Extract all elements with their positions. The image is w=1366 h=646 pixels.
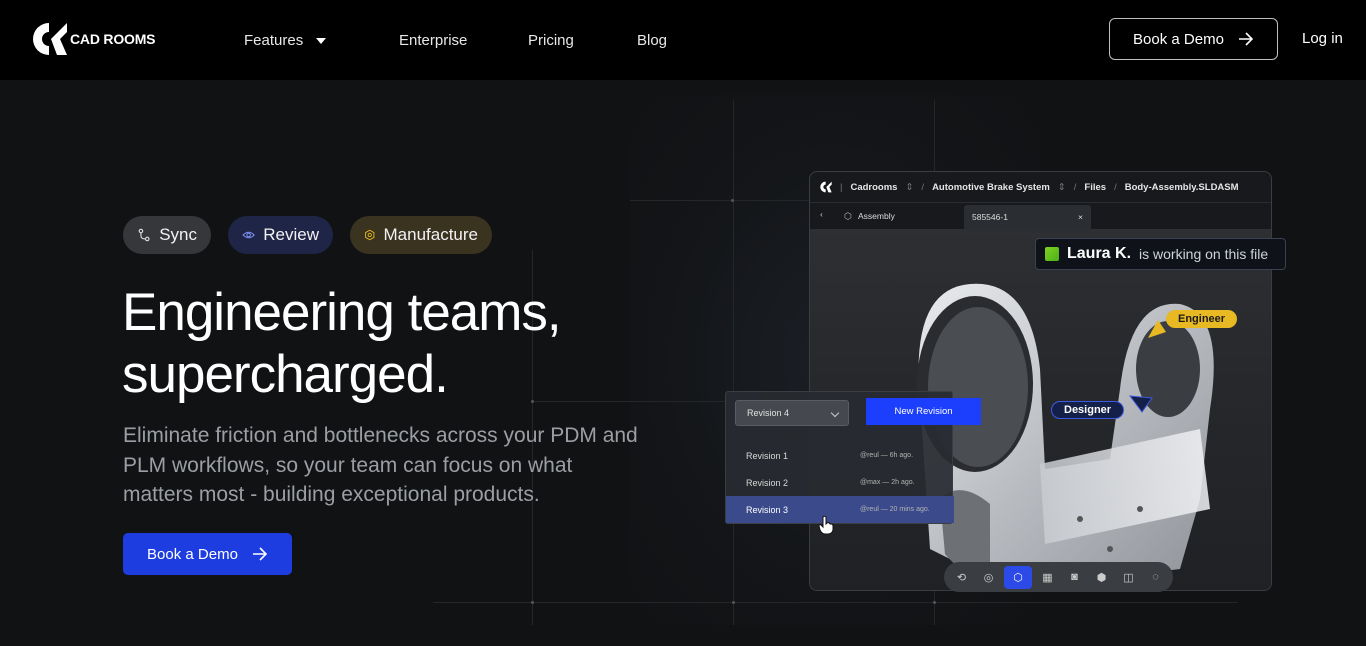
breadcrumb-folder[interactable]: Files xyxy=(1084,182,1106,193)
revision-name: Revision 1 xyxy=(746,450,789,461)
nav-pricing[interactable]: Pricing xyxy=(528,32,574,49)
grid-line xyxy=(630,200,810,201)
breadcrumb-workspace[interactable]: Cadrooms xyxy=(850,182,897,193)
user-color-swatch xyxy=(1045,247,1059,261)
tag-manufacture: Manufacture xyxy=(350,216,492,254)
tag-sync: Sync xyxy=(123,216,211,254)
separator: / xyxy=(1073,181,1077,193)
brand-name: CAD ROOMS xyxy=(70,31,156,47)
cadrooms-logo-icon xyxy=(820,181,832,193)
revision-row-selected[interactable]: Revision 3 @reul — 20 mins ago. xyxy=(726,496,954,523)
separator: / xyxy=(921,181,925,193)
presence-text: is working on this file xyxy=(1139,246,1269,262)
hero-title-line1: Engineering teams, xyxy=(122,283,562,342)
branch-icon xyxy=(138,228,150,242)
arrow-right-icon xyxy=(252,547,268,561)
app-breadcrumb: | Cadrooms ⇕ / Automotive Brake System ⇕… xyxy=(810,172,1271,203)
separator: | xyxy=(840,181,843,193)
grid-icon[interactable]: ▦ xyxy=(1036,566,1059,589)
designer-cursor-label: Designer xyxy=(1051,401,1125,419)
engineer-cursor-label: Engineer xyxy=(1166,310,1238,328)
presence-user-name: Laura K. xyxy=(1067,245,1132,262)
tag-review-label: Review xyxy=(263,225,319,244)
grid-line xyxy=(733,100,734,625)
section-icon[interactable]: ◫ xyxy=(1117,566,1140,589)
revision-panel: Revision 4 New Revision Revision 1 @reul… xyxy=(725,391,981,524)
top-nav: CAD ROOMS Features Enterprise Pricing Bl… xyxy=(0,0,1366,80)
cube-view-icon[interactable]: ⬡ xyxy=(1004,565,1032,589)
login-link[interactable]: Log in xyxy=(1302,30,1343,47)
eye-icon xyxy=(242,231,255,239)
assembly-icon: ⬡ xyxy=(844,211,852,221)
comment-icon[interactable]: ◌ xyxy=(1144,566,1167,589)
new-revision-button[interactable]: New Revision xyxy=(866,398,981,425)
grid-line xyxy=(433,602,1238,603)
grid-dot xyxy=(933,601,936,604)
chevron-down-icon xyxy=(830,408,840,418)
revision-meta: @reul — 6h ago. xyxy=(860,452,914,459)
tag-sync-label: Sync xyxy=(159,225,197,244)
nav-enterprise[interactable]: Enterprise xyxy=(399,32,467,49)
designer-cursor-icon xyxy=(1128,395,1153,413)
engineer-cursor-icon xyxy=(1148,320,1166,338)
presence-indicator: Laura K. is working on this file xyxy=(1035,238,1286,270)
logo-icon xyxy=(33,23,67,55)
back-icon[interactable]: ‹ xyxy=(820,209,823,219)
chevron-updown-icon: ⇕ xyxy=(1057,181,1066,193)
breadcrumb-file[interactable]: Body-Assembly.SLDASM xyxy=(1125,182,1239,193)
revision-meta: @reul — 20 mins ago. xyxy=(860,506,930,513)
revision-row[interactable]: Revision 1 @reul — 6h ago. xyxy=(726,442,954,469)
camera-icon[interactable]: ◙ xyxy=(1063,566,1086,589)
revision-row[interactable]: Revision 2 @max — 2h ago. xyxy=(726,469,954,496)
rotate-icon[interactable]: ⟲ xyxy=(950,566,973,589)
arrow-right-icon xyxy=(1238,32,1254,46)
hero-title: Engineering teams, supercharged. xyxy=(122,282,642,406)
hero-book-demo-label: Book a Demo xyxy=(147,545,238,563)
separator: / xyxy=(1114,181,1117,193)
revision-select-value: Revision 4 xyxy=(747,408,790,418)
hexagon-icon xyxy=(365,229,375,241)
orbit-icon[interactable]: ◎ xyxy=(977,566,1000,589)
chevron-updown-icon: ⇕ xyxy=(905,181,914,193)
hero-title-line2: supercharged. xyxy=(122,345,449,404)
hero-book-demo-button[interactable]: Book a Demo xyxy=(123,533,292,575)
nav-features[interactable]: Features xyxy=(244,32,303,49)
tag-review: Review xyxy=(228,216,333,254)
chevron-down-icon[interactable] xyxy=(316,38,326,44)
grid-dot xyxy=(732,601,735,604)
tag-manufacture-label: Manufacture xyxy=(383,225,479,244)
grid-dot xyxy=(731,199,734,202)
file-tab-id: 585546-1 xyxy=(972,212,1008,222)
revision-select[interactable]: Revision 4 xyxy=(735,400,849,426)
app-preview-window: | Cadrooms ⇕ / Automotive Brake System ⇕… xyxy=(809,171,1272,591)
nav-book-demo-label: Book a Demo xyxy=(1133,30,1224,48)
nav-blog[interactable]: Blog xyxy=(637,32,667,49)
grid-dot xyxy=(531,601,534,604)
breadcrumb-project[interactable]: Automotive Brake System xyxy=(932,182,1050,193)
viewport-toolbar: ⟲ ◎ ⬡ ▦ ◙ ⬢ ◫ ◌ xyxy=(944,562,1173,592)
assembly-label: Assembly xyxy=(858,211,895,221)
file-tab[interactable]: 585546-1 × xyxy=(964,205,1091,229)
brand-logo[interactable]: CAD ROOMS xyxy=(32,22,156,56)
box-icon[interactable]: ⬢ xyxy=(1090,566,1113,589)
revision-name: Revision 2 xyxy=(746,477,789,488)
close-icon[interactable]: × xyxy=(1078,212,1083,222)
hand-cursor-icon xyxy=(818,515,834,535)
hero-subtitle: Eliminate friction and bottlenecks acros… xyxy=(123,424,638,506)
nav-book-demo-button[interactable]: Book a Demo xyxy=(1109,18,1278,60)
revision-meta: @max — 2h ago. xyxy=(860,479,915,486)
revision-name: Revision 3 xyxy=(746,504,789,515)
app-subbar: ‹ ⬡ Assembly 585546-1 × xyxy=(810,203,1271,229)
